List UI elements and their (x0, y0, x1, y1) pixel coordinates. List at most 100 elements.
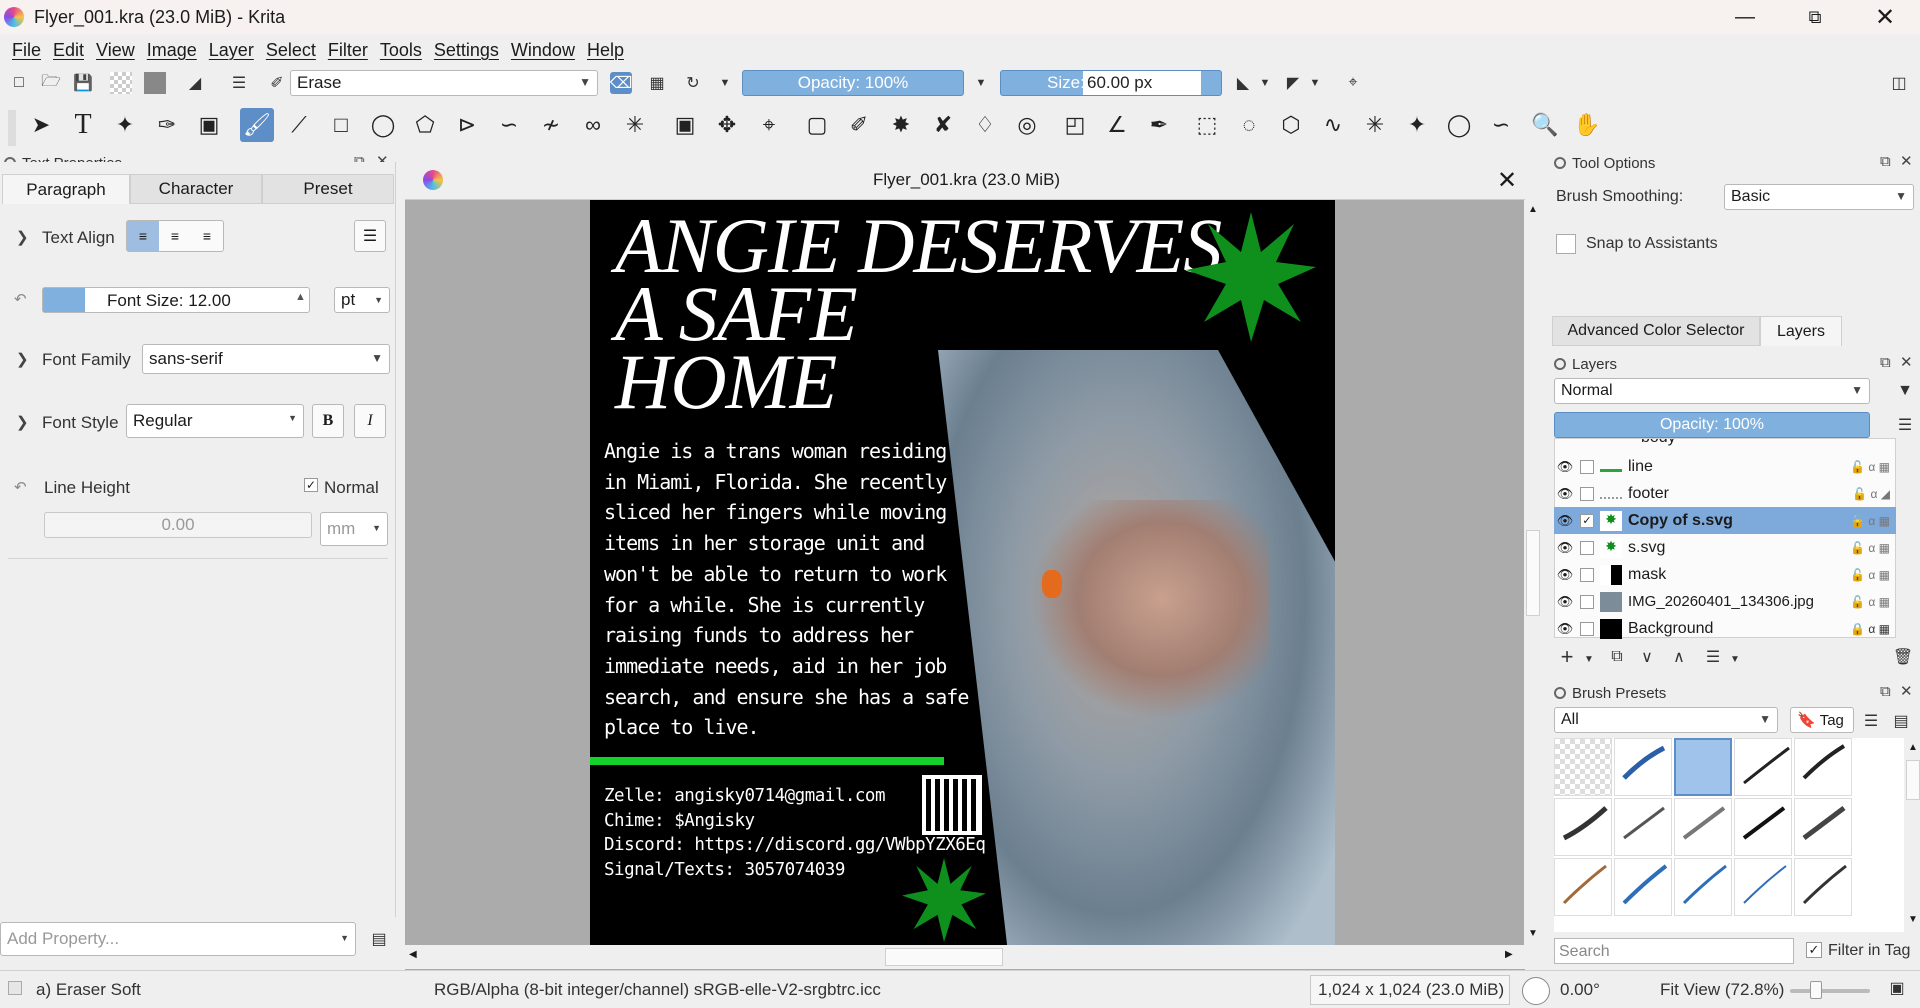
gradient-icon[interactable] (110, 72, 132, 94)
tab-advanced-color-selector[interactable]: Advanced Color Selector (1552, 316, 1760, 346)
menu-select[interactable]: Select (266, 40, 316, 61)
visibility-eye-icon[interactable]: 👁 (1554, 594, 1576, 610)
layer-select-checkbox[interactable] (1580, 459, 1594, 474)
gradient-tool-icon[interactable]: ▢ (800, 108, 834, 142)
similar-select-icon[interactable]: ✦ (1400, 108, 1434, 142)
reference-tool-icon[interactable]: ✒ (1142, 108, 1176, 142)
docker-lock-icon[interactable] (1554, 157, 1566, 169)
bezier-select-icon[interactable]: ◯ (1442, 108, 1476, 142)
close-window-button[interactable]: ✕ (1850, 0, 1920, 34)
normal-checkbox[interactable]: ✓ (304, 478, 318, 492)
brush-filter-select[interactable]: All ▼ (1554, 707, 1778, 733)
bold-button[interactable]: B (312, 404, 344, 438)
scroll-down-icon[interactable]: ▼ (1908, 914, 1918, 925)
freehand-select-icon[interactable]: ∿ (1316, 108, 1350, 142)
layer-select-checkbox[interactable]: ✓ (1580, 513, 1594, 528)
crop-tool-icon[interactable]: ⌖ (752, 108, 786, 142)
font-family-select[interactable]: sans-serif ▼ (142, 344, 390, 374)
tab-layers[interactable]: Layers (1760, 316, 1842, 346)
visibility-eye-icon[interactable]: 👁 (1554, 486, 1576, 502)
docker-lock-icon[interactable] (1554, 687, 1566, 699)
lock-alpha-icons[interactable]: 🔓 α ▦ (1850, 514, 1890, 528)
layer-row-selected[interactable]: 👁 ✓ ✸ Copy of s.svg 🔓 α ▦ (1554, 507, 1896, 534)
mirror-horizontal-icon[interactable]: ◣ (1232, 72, 1254, 94)
blend-mode-select[interactable]: Normal ▼ (1554, 378, 1870, 404)
italic-button[interactable]: I (354, 404, 386, 438)
layer-row[interactable]: 👁 line 🔓 α ▦ (1554, 453, 1896, 480)
lock-alpha-icons[interactable]: 🔒 α ▦ (1850, 622, 1890, 636)
pattern-icon[interactable] (144, 72, 166, 94)
select-shapes-icon[interactable]: ➤ (24, 108, 58, 142)
brush-scroll-thumb[interactable] (1906, 760, 1920, 800)
spin-arrows-icon[interactable]: ▲ (295, 291, 306, 303)
filter-icon[interactable]: ▼ (1894, 380, 1916, 402)
layer-row[interactable]: 👁 IMG_20260401_134306.jpg 🔓 α ▦ (1554, 588, 1896, 615)
zoom-slider-track[interactable] (1790, 981, 1870, 999)
measure-tool-icon[interactable]: ∠ (1100, 108, 1134, 142)
layer-row[interactable]: 👁 mask 🔓 α ▦ (1554, 561, 1896, 588)
chevron-right-icon[interactable]: ❯ (16, 228, 29, 246)
chevron-down-icon[interactable]: ▼ (1578, 648, 1600, 670)
align-right-icon[interactable]: ≡ (191, 221, 223, 251)
visibility-eye-icon[interactable]: 👁 (1554, 459, 1576, 475)
view-mode-icon[interactable]: ☰ (1860, 710, 1882, 732)
dynamic-brush-icon[interactable]: ∞ (576, 108, 610, 142)
smart-patch-icon[interactable]: ✸ (884, 108, 918, 142)
add-property-select[interactable]: Add Property... ▼ (0, 922, 356, 956)
font-unit-select[interactable]: pt ▼ (334, 287, 390, 313)
toolbox-handle[interactable] (8, 110, 16, 146)
chevron-right-icon[interactable]: ❯ (16, 350, 29, 368)
font-style-select[interactable]: Regular ▼ (126, 404, 304, 438)
polyline-tool-icon[interactable]: ⊳ (450, 108, 484, 142)
visibility-eye-icon[interactable]: 👁 (1554, 567, 1576, 583)
tab-paragraph[interactable]: Paragraph (2, 174, 130, 204)
new-document-icon[interactable]: □ (8, 72, 30, 94)
close-docker-icon[interactable]: ✕ (1900, 353, 1913, 371)
layer-row[interactable]: 👁 ✸ s.svg 🔓 α ▦ (1554, 534, 1896, 561)
layer-row[interactable]: 👁 Background 🔒 α ▦ (1554, 615, 1896, 642)
freehand-brush-icon[interactable]: 🖌 (240, 108, 274, 142)
save-document-icon[interactable]: 💾 (72, 72, 94, 94)
brush-settings-icon[interactable]: ☰ (228, 72, 250, 94)
add-layer-icon[interactable]: + (1556, 644, 1578, 669)
mirror-vertical-icon[interactable]: ◤ (1282, 72, 1304, 94)
close-docker-icon[interactable]: ✕ (1900, 152, 1913, 170)
layer-options-icon[interactable]: ☰ (1894, 414, 1916, 436)
transform-tool-icon[interactable]: ▣ (668, 108, 702, 142)
move-tool-icon[interactable]: ✥ (710, 108, 744, 142)
horizontal-scrollbar[interactable]: ◀ ▶ (405, 945, 1525, 969)
freehand-path-icon[interactable]: ≁ (534, 108, 568, 142)
minimize-button[interactable]: — (1710, 0, 1780, 34)
property-menu-icon[interactable]: ▤ (368, 928, 390, 950)
color-swap-icon[interactable]: ◢ (184, 72, 206, 94)
layer-select-checkbox[interactable] (1580, 621, 1594, 636)
lock-alpha-icons[interactable]: 🔓 α ▦ (1850, 568, 1890, 582)
close-docker-icon[interactable]: ✕ (1900, 682, 1913, 700)
restore-button[interactable]: ⧉ (1780, 0, 1850, 34)
chevron-down-icon[interactable]: ▼ (1724, 648, 1746, 670)
menu-settings[interactable]: Settings (434, 40, 499, 61)
filter-in-tag-checkbox[interactable]: ✓ (1806, 942, 1822, 958)
lock-alpha-icons[interactable]: 🔓 α ◢ (1852, 487, 1890, 501)
revert-icon[interactable]: ↶ (14, 478, 27, 496)
chevron-down-icon[interactable]: ▼ (1304, 72, 1326, 94)
bezier-tool-icon[interactable]: ∽ (492, 108, 526, 142)
workspace-icon[interactable]: ◫ (1888, 72, 1910, 94)
assistant-icon[interactable]: ✘ (926, 108, 960, 142)
visibility-eye-icon[interactable]: 👁 (1554, 540, 1576, 556)
line-tool-icon[interactable]: ⟋ (282, 108, 316, 142)
pan-tool-icon[interactable]: ✋ (1570, 108, 1604, 142)
enclose-fill-icon[interactable]: ◎ (1010, 108, 1044, 142)
layer-select-checkbox[interactable] (1580, 594, 1594, 609)
menu-view[interactable]: View (96, 40, 135, 61)
delete-layer-icon[interactable]: 🗑 (1892, 646, 1914, 668)
brush-menu-icon[interactable]: ▤ (1890, 710, 1912, 732)
contiguous-select-icon[interactable]: ✳ (1358, 108, 1392, 142)
move-layer-up-icon[interactable]: ∧ (1668, 646, 1690, 668)
line-height-input[interactable]: 0.00 (44, 512, 312, 538)
scroll-up-icon[interactable]: ▲ (1908, 742, 1918, 753)
chevron-right-icon[interactable]: ❯ (16, 413, 29, 431)
zoom-slider-handle[interactable] (1810, 981, 1822, 999)
text-tool-icon[interactable]: T (66, 108, 100, 142)
rotation-dial-icon[interactable] (1522, 977, 1550, 1005)
